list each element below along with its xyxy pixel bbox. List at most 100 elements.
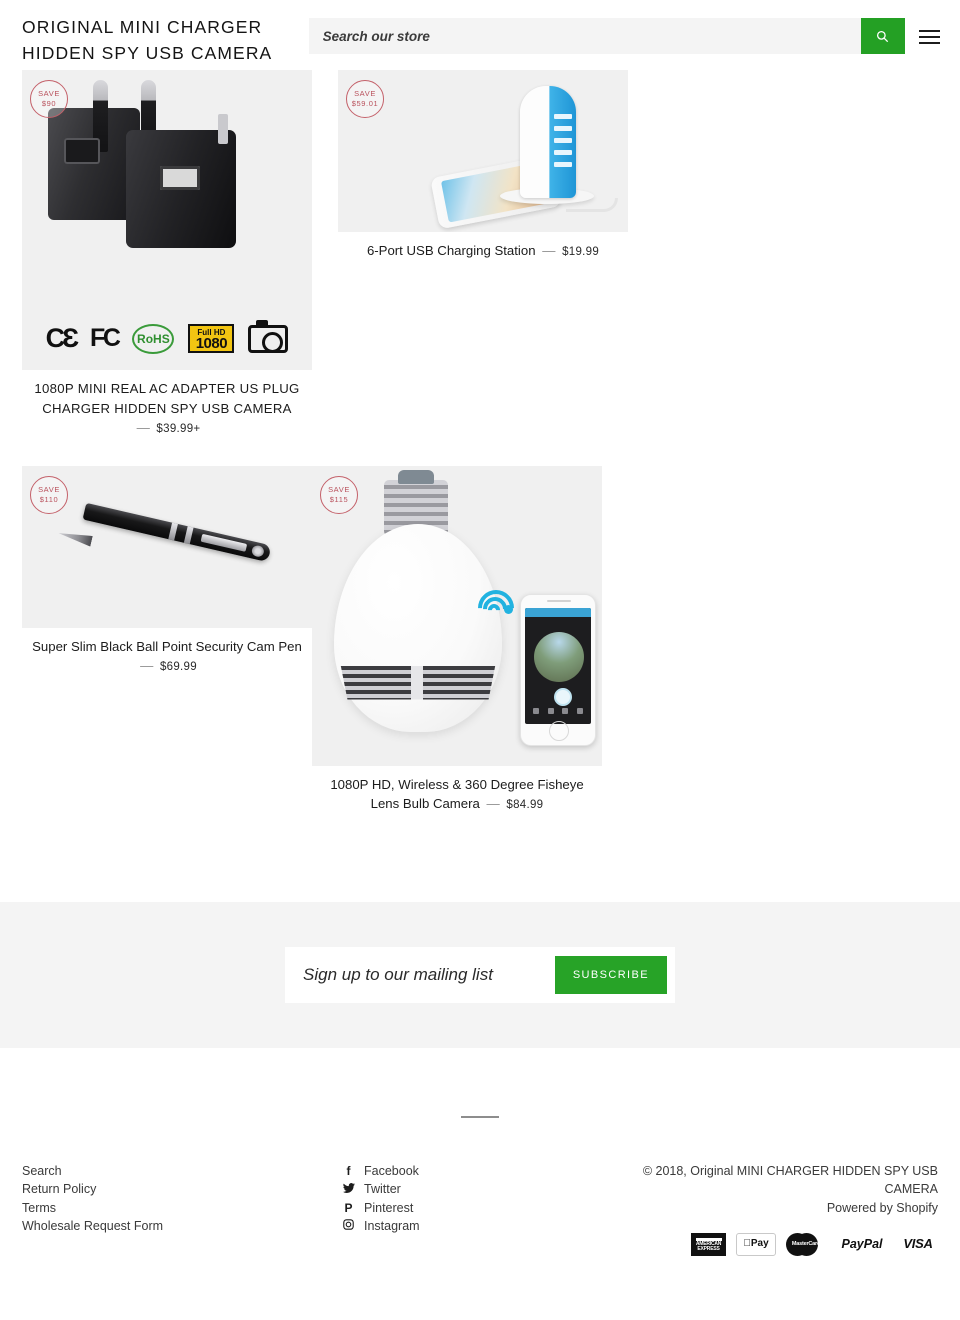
plug-prong <box>93 80 108 152</box>
social-link-twitter[interactable]: Twitter <box>342 1180 642 1199</box>
usb-charging-tower <box>520 86 576 198</box>
hamburger-bar <box>918 36 940 38</box>
pen-clip <box>200 533 248 552</box>
pinterest-icon: P <box>344 1200 353 1215</box>
footer-social-links: f Facebook Twitter P Pinterest Instagram <box>342 1162 642 1257</box>
bulb-glass <box>334 523 502 732</box>
pen-ring <box>183 525 194 544</box>
save-badge-amount: $115 <box>329 494 349 504</box>
usb-port <box>554 114 572 119</box>
footer-link-wholesale-request-form[interactable]: Wholesale Request Form <box>22 1217 342 1236</box>
price-dash: — <box>542 243 556 258</box>
social-link-facebook[interactable]: f Facebook <box>342 1162 642 1181</box>
newsletter-form: SUBSCRIBE <box>285 946 675 1003</box>
control-icon <box>562 707 569 714</box>
subscribe-button[interactable]: SUBSCRIBE <box>554 955 667 994</box>
control-icon <box>533 707 540 714</box>
product-image[interactable]: SAVE $115 <box>312 465 602 766</box>
search-submit-button[interactable] <box>860 18 905 54</box>
home-button <box>549 720 569 741</box>
copyright-text: © 2018, Original MINI CHARGER HIDDEN SPY… <box>642 1163 938 1197</box>
paypal-icon: PayPal <box>836 1233 888 1256</box>
product-caption: 1080P HD, Wireless & 360 Degree Fisheye … <box>312 766 602 816</box>
wifi-dot <box>504 604 513 614</box>
pen-camera-lens <box>250 543 265 558</box>
app-toolbar <box>525 607 591 617</box>
product-caption: 1080P MINI REAL AC ADAPTER US PLUG CHARG… <box>22 370 312 440</box>
site-logo-title[interactable]: ORIGINAL MINI CHARGER HIDDEN SPY USB CAM… <box>22 10 297 66</box>
footer-copyright-block: © 2018, Original MINI CHARGER HIDDEN SPY… <box>642 1162 938 1257</box>
save-badge-amount: $90 <box>41 99 57 108</box>
product-image[interactable]: SAVE $110 <box>22 465 312 628</box>
fisheye-preview <box>534 631 584 682</box>
usb-port <box>554 162 572 167</box>
hamburger-bar <box>918 42 940 44</box>
save-badge-label: SAVE <box>354 89 376 98</box>
certification-logos: CƐ FC RoHS Full HD 1080 <box>22 319 312 354</box>
price-dash: — <box>140 658 154 673</box>
social-link-instagram[interactable]: Instagram <box>342 1217 642 1236</box>
newsletter-email-input[interactable] <box>303 964 555 985</box>
product-title[interactable]: 6-Port USB Charging Station <box>367 243 536 258</box>
footer-link-return-policy[interactable]: Return Policy <box>22 1180 342 1199</box>
footer-link-terms[interactable]: Terms <box>22 1199 342 1218</box>
save-badge-label: SAVE <box>38 89 60 98</box>
product-card[interactable]: CƐ FC RoHS Full HD 1080 SAVE $90 1080P MI… <box>22 70 312 440</box>
search-form <box>308 18 905 54</box>
footer-links: Search Return Policy Terms Wholesale Req… <box>22 1162 342 1257</box>
control-icon <box>547 707 554 714</box>
pen-ring <box>168 522 178 541</box>
phone-speaker <box>547 599 571 602</box>
social-label: Twitter <box>364 1182 401 1197</box>
powered-by-shopify[interactable]: Powered by Shopify <box>642 1199 938 1218</box>
mastercard-icon: MasterCard <box>786 1233 826 1257</box>
save-badge-amount: $59.01 <box>351 99 379 108</box>
apple-pay-label: Pay <box>747 1238 769 1250</box>
social-link-pinterest[interactable]: P Pinterest <box>342 1199 642 1218</box>
pen-body <box>82 502 272 562</box>
power-cord <box>566 198 618 212</box>
price-dash: — <box>136 420 150 435</box>
fcc-icon: FC <box>90 324 121 352</box>
usb-port <box>554 150 572 155</box>
social-label: Instagram <box>364 1219 420 1234</box>
price-dash: — <box>486 796 500 811</box>
product-caption: Super Slim Black Ball Point Security Cam… <box>22 628 312 678</box>
product-image[interactable]: CƐ FC RoHS Full HD 1080 SAVE $90 <box>22 70 312 370</box>
hamburger-menu-icon[interactable] <box>918 26 940 48</box>
product-grid: CƐ FC RoHS Full HD 1080 SAVE $90 1080P MI… <box>0 70 960 842</box>
footer-link-search[interactable]: Search <box>22 1162 342 1181</box>
product-caption: 6-Port USB Charging Station — $19.99 <box>338 232 628 263</box>
twitter-icon <box>342 1180 355 1199</box>
social-label: Facebook <box>364 1163 419 1178</box>
american-express-icon: AMERICAN EXPRESS <box>691 1233 726 1257</box>
product-card[interactable]: SAVE $115 1080P HD, Wireless & 360 Degre… <box>312 465 602 816</box>
save-badge: SAVE $59.01 <box>346 80 384 118</box>
site-header: ORIGINAL MINI CHARGER HIDDEN SPY USB CAM… <box>0 0 960 70</box>
newsletter-section: SUBSCRIBE <box>0 901 960 1048</box>
search-icon <box>877 30 889 42</box>
save-badge-amount: $110 <box>39 494 59 504</box>
mastercard-label: MasterCard <box>791 1241 821 1248</box>
product-card[interactable]: SAVE $110 Super Slim Black Ball Point Se… <box>22 465 312 816</box>
usb-ports <box>554 114 572 174</box>
search-input[interactable] <box>308 18 861 54</box>
product-title[interactable]: 1080P HD, Wireless & 360 Degree Fisheye … <box>330 777 583 812</box>
product-card[interactable]: SAVE $59.01 6-Port USB Charging Station … <box>338 70 628 440</box>
save-badge-label: SAVE <box>328 484 350 494</box>
product-price: $19.99 <box>562 246 600 258</box>
smartphone <box>520 593 596 746</box>
product-price: $39.99+ <box>156 423 201 435</box>
ce-icon: CƐ <box>45 323 79 353</box>
bulb-camera-illustration <box>312 466 602 766</box>
product-title[interactable]: 1080P MINI REAL AC ADAPTER US PLUG CHARG… <box>34 381 299 416</box>
social-label: Pinterest <box>364 1200 414 1215</box>
rohs-icon: RoHS <box>132 323 175 354</box>
visa-label: VISA <box>903 1236 933 1252</box>
save-badge: SAVE $90 <box>30 80 68 118</box>
phone-screen <box>525 607 591 724</box>
product-title[interactable]: Super Slim Black Ball Point Security Cam… <box>32 639 302 654</box>
control-icon <box>576 707 583 714</box>
paypal-label: PayPal <box>841 1237 883 1252</box>
product-image[interactable]: SAVE $59.01 <box>338 70 628 232</box>
